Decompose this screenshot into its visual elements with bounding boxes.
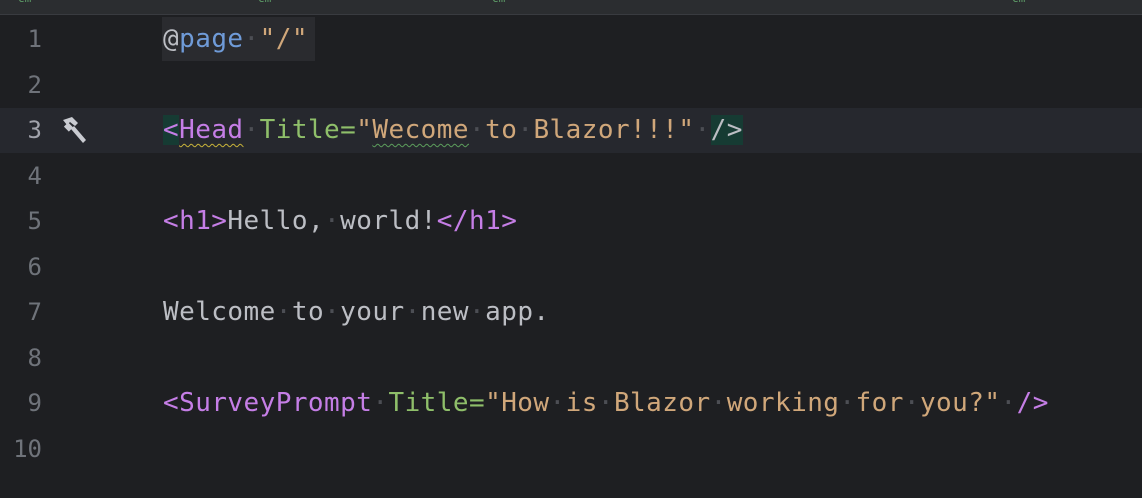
tag-open-bracket: < (163, 388, 180, 418)
attribute-name: Title= (388, 388, 486, 418)
whitespace-dot: · (549, 388, 566, 418)
attribute-name: Title= (259, 115, 357, 145)
code-line-1-text[interactable]: @page·"/" (0, 17, 1142, 62)
whitespace-dot: · (243, 24, 260, 54)
code-line-8[interactable]: 8 (0, 336, 1142, 381)
line-number: 8 (27, 344, 42, 372)
line-number: 6 (27, 253, 42, 281)
whitespace-dot: · (469, 297, 486, 327)
whitespace-dot: · (275, 297, 292, 327)
tag-open-bracket: < (163, 115, 180, 145)
attribute-value-word: is (565, 388, 598, 418)
text-word: new (420, 297, 470, 327)
attribute-value-word: working (726, 388, 840, 418)
tab-fragment[interactable]: cm (492, 0, 505, 4)
line-number: 3 (27, 116, 42, 144)
text-word: your (340, 297, 405, 327)
code-text[interactable]: <h1>Hello,·world!</h1> (163, 199, 517, 244)
attribute-value-word: Blazor (613, 388, 711, 418)
text-word: to (291, 297, 325, 327)
h1-close-tag: </h1> (436, 206, 518, 236)
code-line-4[interactable]: 4 (0, 154, 1142, 199)
code-line-7[interactable]: 7 Welcome·to·your·new·app. (0, 290, 1142, 335)
h1-open-tag: <h1> (163, 206, 228, 236)
code-text[interactable]: <SurveyPrompt·Title="How·is·Blazor·worki… (163, 381, 1049, 426)
attribute-quote: " (356, 115, 373, 145)
line-number: 2 (27, 71, 42, 99)
whitespace-dot: · (404, 297, 421, 327)
whitespace-dot: · (372, 388, 389, 418)
code-line-5[interactable]: 5 <h1>Hello,·world!</h1> (0, 199, 1142, 244)
whitespace-dot: · (903, 388, 920, 418)
code-text[interactable]: @page·"/" (163, 17, 308, 62)
code-text[interactable]: <Head·Title="Wecome·to·Blazor!!!"·/> (163, 108, 743, 153)
attribute-value-word: "How (485, 388, 550, 418)
editor-tab-strip[interactable]: cm cm cm cm (0, 0, 1142, 15)
tag-self-close: /> (1016, 388, 1049, 418)
whitespace-dot: · (517, 115, 534, 145)
attribute-value-word: you?" (919, 388, 1001, 418)
text-word: app. (485, 297, 550, 327)
code-line-9[interactable]: 9 <SurveyPrompt·Title="How·is·Blazor·wor… (0, 381, 1142, 426)
tab-fragment[interactable]: cm (258, 0, 271, 4)
whitespace-dot: · (469, 115, 486, 145)
attribute-value-word: for (855, 388, 904, 418)
typo-word: Wecome (372, 115, 469, 145)
route-string: "/" (259, 24, 308, 54)
tag-self-close: /> (710, 115, 743, 145)
whitespace-dot: · (324, 206, 341, 236)
heading-text: Hello, (227, 206, 325, 236)
tag-name: Head (179, 115, 244, 145)
line-number: 7 (27, 298, 42, 326)
code-line-3[interactable]: 3 <Head·Title="Wecome·to·Blazor!!!"·/> (0, 108, 1142, 153)
whitespace-dot: · (694, 115, 711, 145)
tab-fragment[interactable]: cm (1012, 0, 1025, 4)
line-number: 4 (27, 162, 42, 190)
code-line-6[interactable]: 6 (0, 245, 1142, 290)
code-text[interactable]: Welcome·to·your·new·app. (163, 290, 550, 335)
code-line-10[interactable]: 10 (0, 427, 1142, 472)
line-number: 5 (27, 207, 42, 235)
whitespace-dot: · (243, 115, 260, 145)
whitespace-dot: · (324, 297, 341, 327)
heading-text: world! (340, 206, 437, 236)
code-line-2[interactable]: 2 (0, 63, 1142, 108)
component-name: SurveyPrompt (179, 388, 373, 418)
attribute-value-word: to (485, 115, 518, 145)
code-editor[interactable]: cm cm cm cm 1 @page·"/" 2 3 <Head·Title=… (0, 0, 1142, 498)
line-number: 10 (13, 435, 42, 463)
whitespace-dot: · (710, 388, 727, 418)
directive-at: @ (163, 24, 180, 54)
text-word: Welcome (163, 297, 276, 327)
whitespace-dot: · (1000, 388, 1017, 418)
directive-keyword: page (179, 24, 244, 54)
tab-fragment[interactable]: cm (18, 0, 31, 4)
hammer-icon[interactable] (56, 114, 88, 146)
whitespace-dot: · (839, 388, 856, 418)
whitespace-dot: · (597, 388, 614, 418)
line-number: 9 (27, 389, 42, 417)
attribute-value-word: Blazor!!!" (533, 115, 695, 145)
